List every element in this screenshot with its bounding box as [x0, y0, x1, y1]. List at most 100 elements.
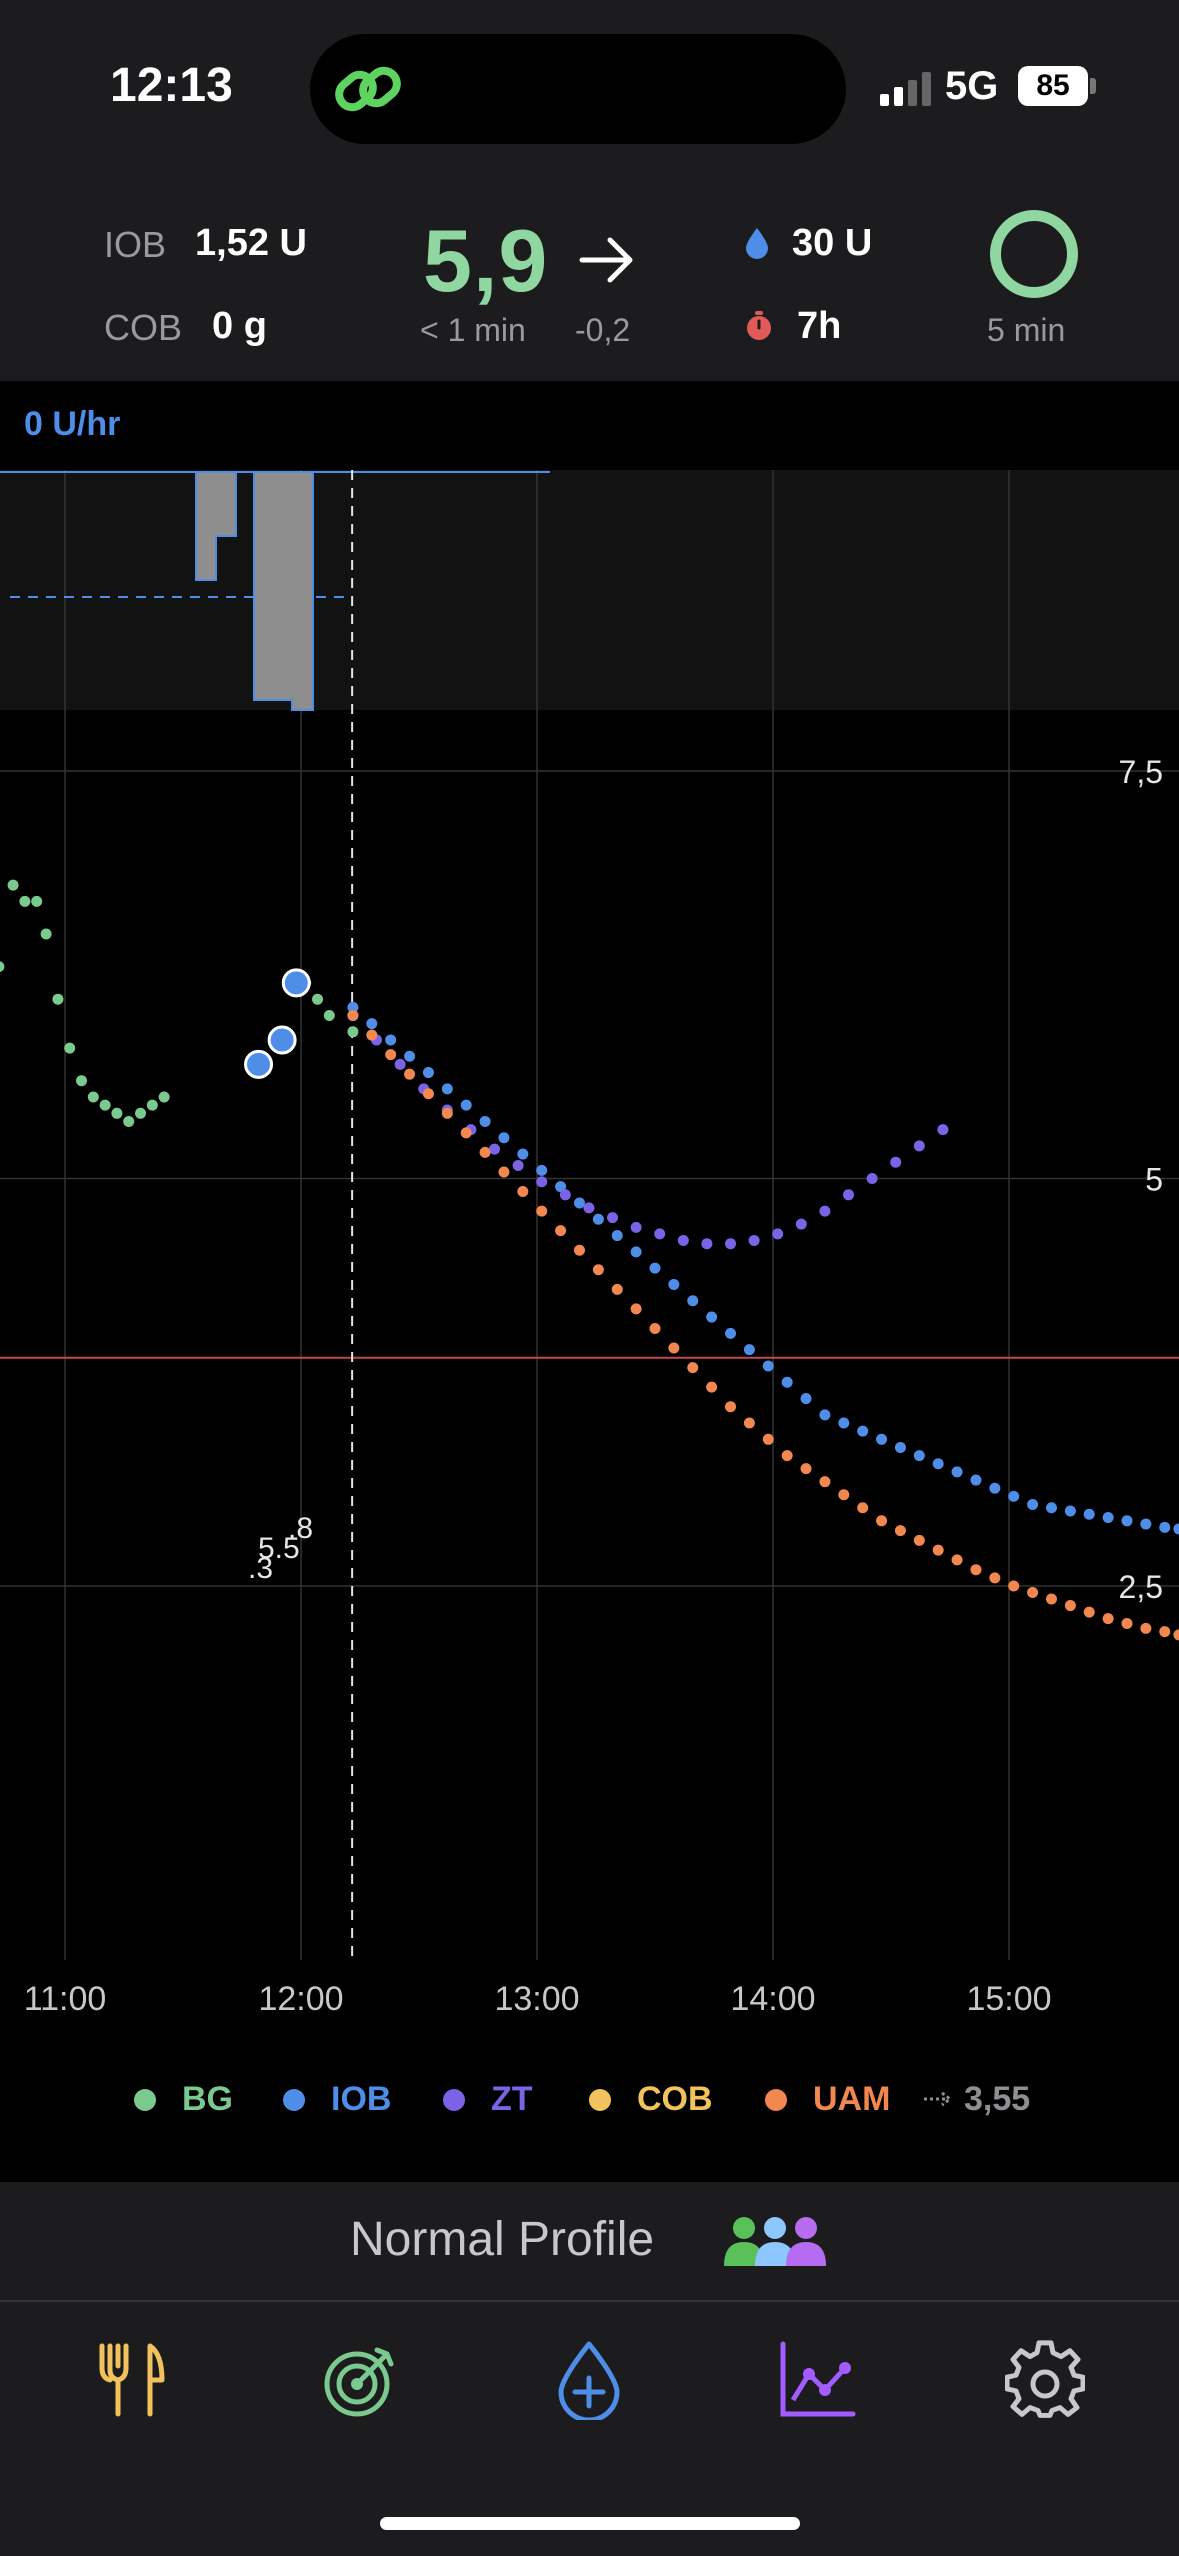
- point-uam: [498, 1166, 510, 1178]
- point-iob: [932, 1458, 944, 1470]
- point-iob: [857, 1425, 869, 1437]
- point-iob: [894, 1441, 906, 1453]
- point-uam: [536, 1205, 548, 1217]
- iob-value: 1,52 U: [195, 222, 307, 264]
- point-uam: [970, 1564, 982, 1576]
- point-uam: [517, 1186, 529, 1198]
- point-zt: [725, 1238, 737, 1250]
- point-zt: [701, 1238, 713, 1250]
- point-iob: [592, 1213, 604, 1225]
- point-uam: [479, 1146, 491, 1158]
- legend-uam: UAM: [813, 2080, 891, 2118]
- point-zt: [559, 1189, 571, 1201]
- point-zt: [913, 1140, 925, 1152]
- point-uam: [743, 1417, 755, 1429]
- point-iob: [1045, 1502, 1057, 1514]
- point-bg: [99, 1099, 111, 1111]
- x-tick-label: 11:00: [24, 1980, 107, 2018]
- glucose-chart[interactable]: 11:0012:0013:0014:0015:001512,5107,552,5…: [0, 470, 1179, 2070]
- group-icon: [724, 2217, 826, 2266]
- x-tick-label: 15:00: [966, 1980, 1051, 2018]
- point-uam: [857, 1502, 869, 1514]
- drop-plus-icon[interactable]: [549, 2340, 629, 2420]
- point-iob: [498, 1132, 510, 1144]
- status-time: 12:13: [110, 59, 233, 112]
- point-uam: [611, 1283, 623, 1295]
- point-uam: [1064, 1600, 1076, 1612]
- point-zt: [772, 1228, 784, 1240]
- point-bg: [7, 879, 19, 891]
- point-uam: [366, 1029, 378, 1041]
- chart-icon[interactable]: [777, 2340, 857, 2420]
- point-uam: [1159, 1626, 1171, 1638]
- point-zt: [795, 1218, 807, 1230]
- point-uam: [762, 1433, 774, 1445]
- point-iob: [1064, 1505, 1076, 1517]
- basal-area: [0, 470, 1179, 710]
- legend-cob-dot: [589, 2089, 611, 2111]
- point-iob: [800, 1393, 812, 1405]
- point-uam: [1140, 1622, 1152, 1634]
- point-uam: [649, 1322, 661, 1334]
- reservoir-value[interactable]: 30 U: [792, 222, 872, 265]
- loop-status-ring[interactable]: [990, 210, 1078, 298]
- cob-label: COB: [104, 307, 183, 348]
- point-zt: [512, 1159, 524, 1171]
- home-indicator[interactable]: [380, 2517, 800, 2530]
- y-tick-label: 2,5: [1119, 1569, 1163, 1605]
- bg-value-label: .8: [288, 1512, 313, 1545]
- y-tick-label: 5: [1145, 1162, 1163, 1198]
- point-bg: [0, 961, 5, 972]
- gear-icon[interactable]: [1005, 2340, 1085, 2420]
- point-uam: [725, 1401, 737, 1413]
- basal-rate: 0 U/hr: [24, 405, 121, 443]
- point-zt: [536, 1176, 548, 1188]
- point-uam: [706, 1381, 718, 1393]
- point-iob: [1140, 1518, 1152, 1530]
- network-type: 5G: [945, 64, 999, 108]
- point-iob: [743, 1344, 755, 1356]
- pod-timer-icon: [747, 311, 771, 340]
- point-uam: [422, 1088, 434, 1100]
- bg-delta: -0,2: [575, 312, 631, 348]
- point-zt: [489, 1143, 501, 1155]
- battery-tip: [1090, 78, 1096, 94]
- point-uam: [951, 1554, 963, 1566]
- point-uam: [347, 1010, 359, 1021]
- point-zt: [630, 1221, 642, 1233]
- point-iob: [1102, 1512, 1114, 1524]
- point-bg: [323, 1010, 335, 1021]
- signal-icon: [880, 72, 931, 106]
- pod-age-value[interactable]: 7h: [797, 305, 841, 348]
- basal-header: [0, 381, 1179, 471]
- point-bg: [312, 993, 324, 1005]
- eventual-arrow-icon: [924, 2091, 953, 2107]
- legend-iob: IOB: [331, 2080, 392, 2118]
- loop-link-icon: [335, 66, 401, 112]
- point-uam: [441, 1107, 453, 1119]
- point-iob: [951, 1466, 963, 1478]
- point-zt: [937, 1124, 949, 1136]
- point-iob: [517, 1148, 529, 1160]
- point-iob: [460, 1099, 472, 1111]
- point-zt: [843, 1189, 855, 1201]
- point-zt: [654, 1228, 666, 1240]
- profile-name[interactable]: Normal Profile: [350, 2212, 654, 2267]
- point-uam: [1121, 1617, 1133, 1629]
- point-iob: [479, 1115, 491, 1127]
- point-uam: [989, 1572, 1001, 1584]
- legend-uam-dot: [765, 2089, 787, 2111]
- point-iob: [781, 1376, 793, 1388]
- point-zt: [819, 1205, 831, 1217]
- point-bg: [158, 1091, 170, 1103]
- bg-value[interactable]: 5,9: [423, 210, 548, 312]
- point-bg: [111, 1107, 123, 1119]
- point-iob: [970, 1474, 982, 1486]
- point-bg-recent: [281, 968, 311, 998]
- point-iob: [1083, 1508, 1095, 1520]
- fork-knife-icon[interactable]: [92, 2340, 172, 2420]
- point-bg-recent: [244, 1049, 274, 1079]
- legend-zt: ZT: [491, 2080, 533, 2118]
- target-icon[interactable]: [321, 2340, 401, 2420]
- point-iob: [649, 1262, 661, 1274]
